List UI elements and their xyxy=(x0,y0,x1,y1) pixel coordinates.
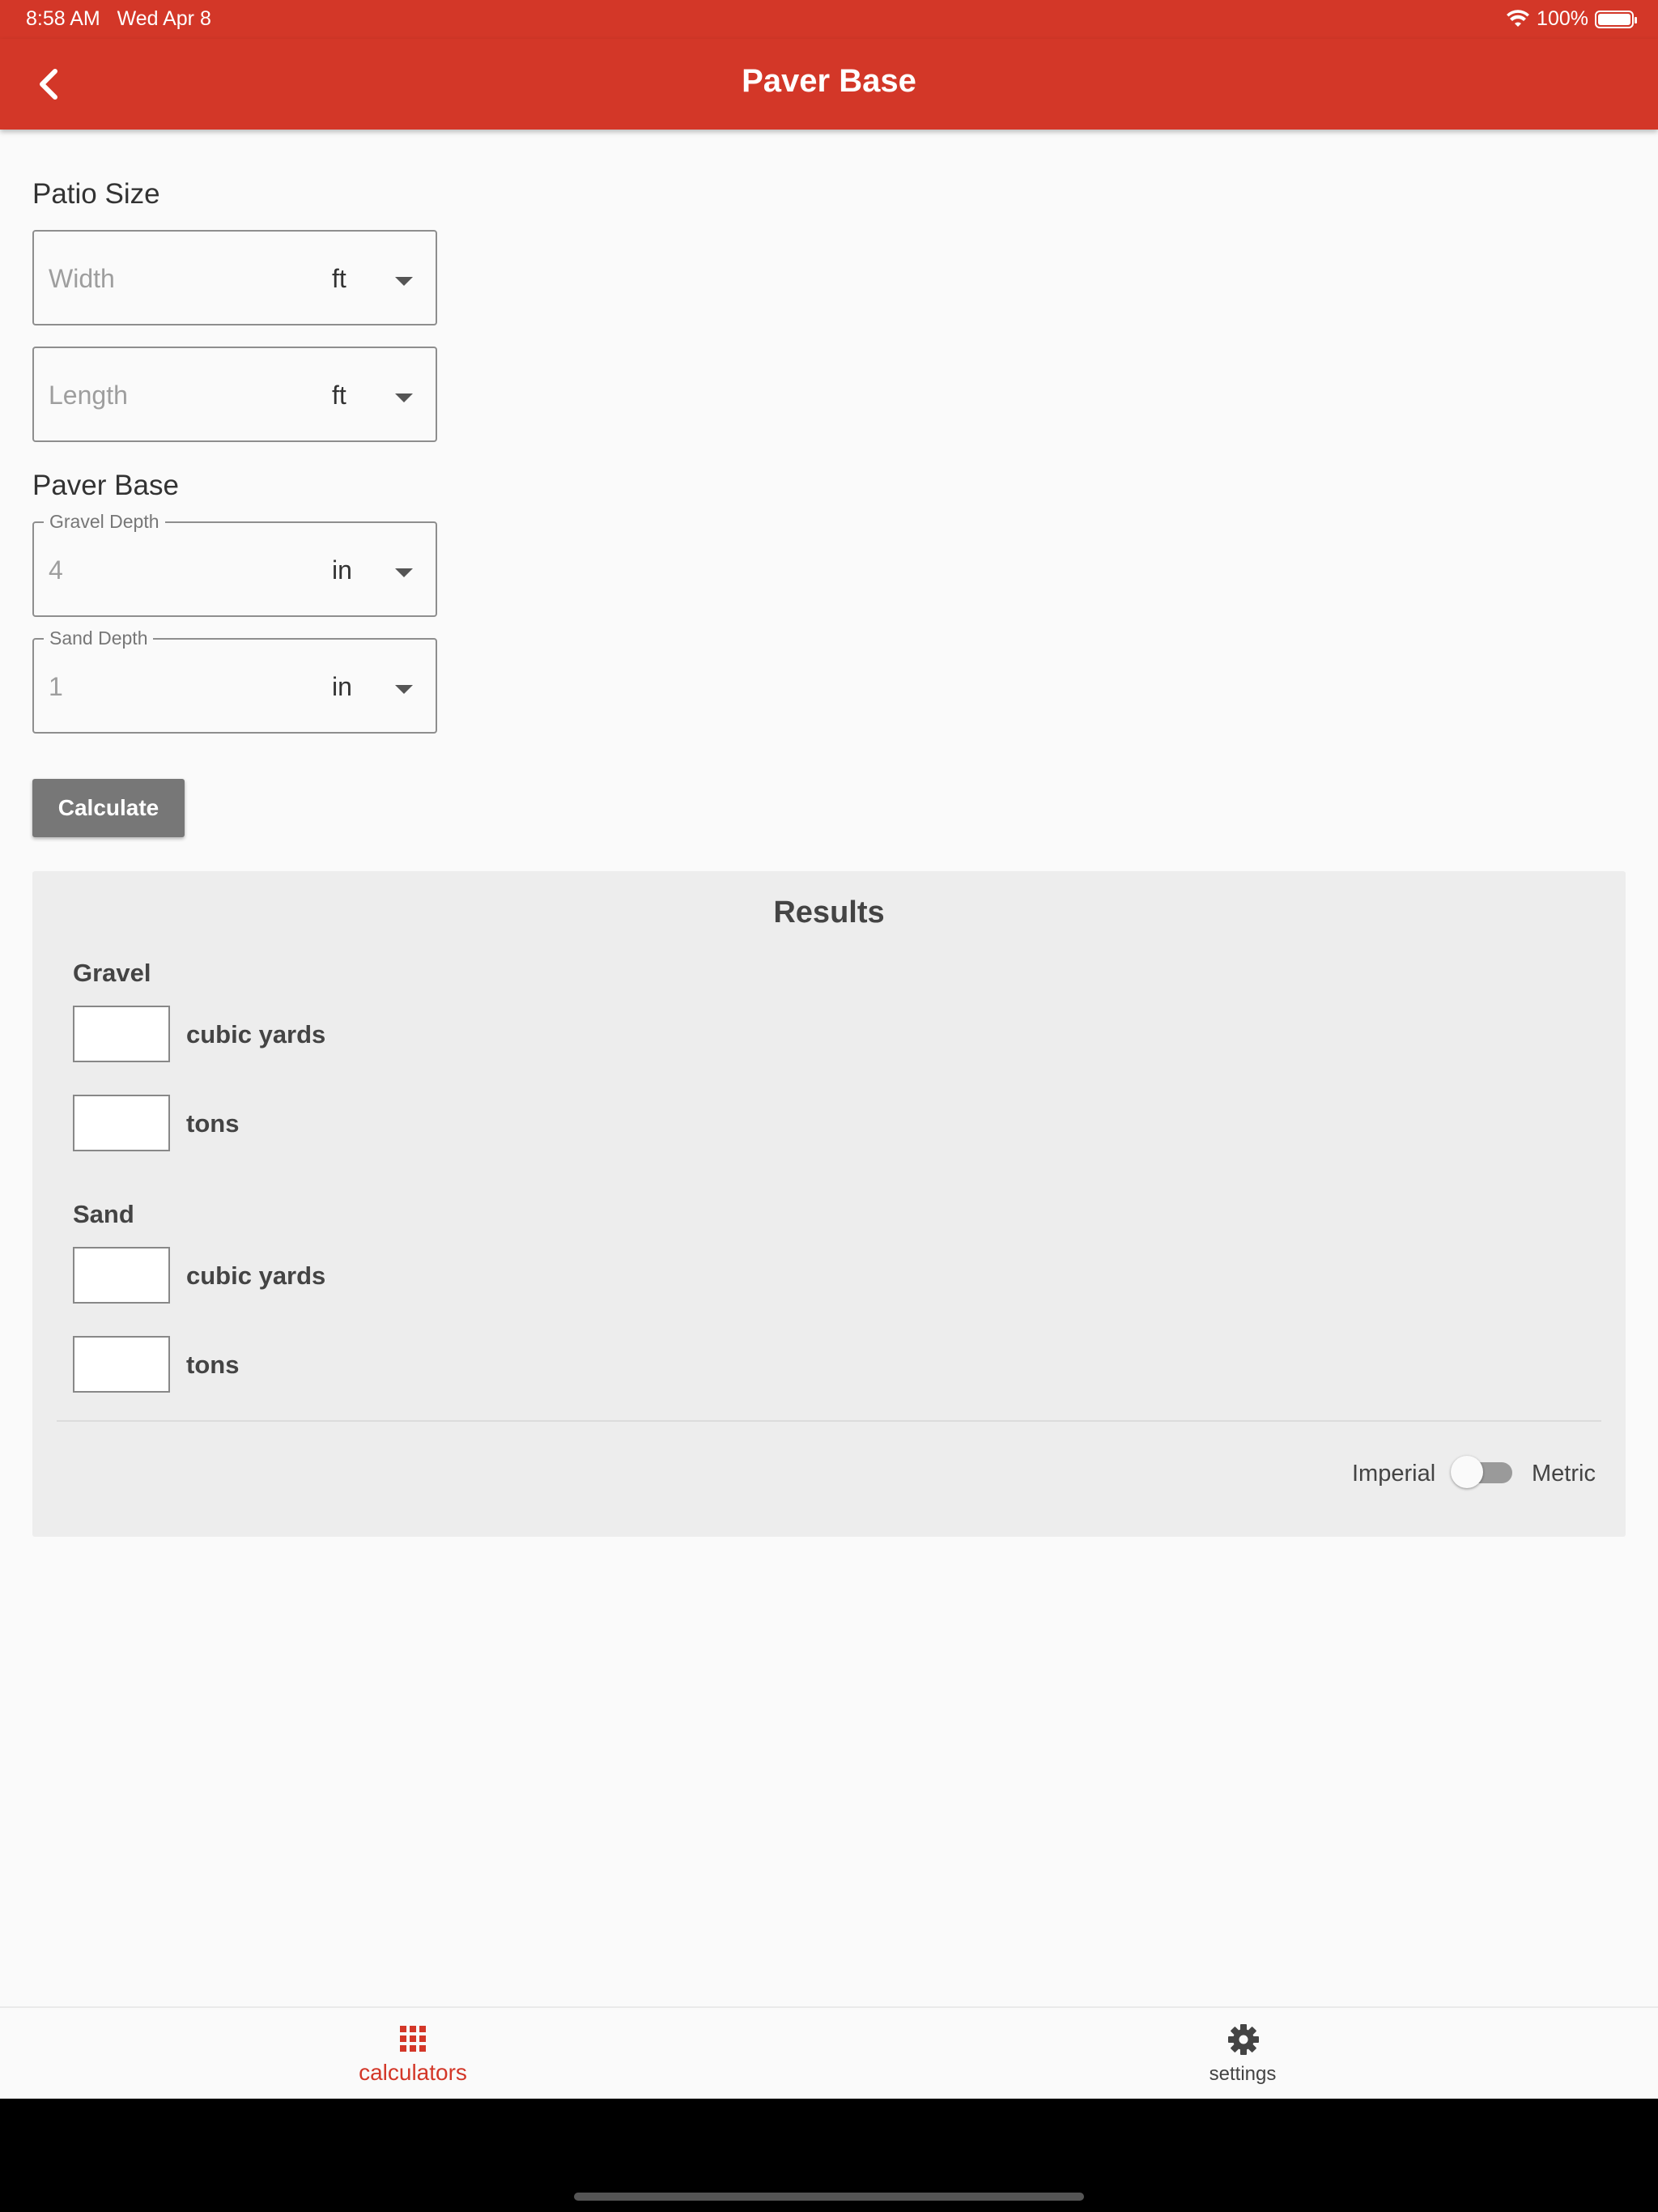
home-indicator[interactable] xyxy=(574,2193,1084,2201)
results-title: Results xyxy=(773,895,885,929)
chevron-down-icon[interactable] xyxy=(395,685,413,694)
page-title: Paver Base xyxy=(742,63,916,99)
calculate-button[interactable]: Calculate xyxy=(32,779,185,837)
gravel-label: Gravel xyxy=(73,959,151,987)
width-unit-select[interactable]: ft xyxy=(332,264,346,294)
nav-calculators-label: calculators xyxy=(359,2060,467,2085)
chevron-down-icon[interactable] xyxy=(395,393,413,402)
status-right: 100% xyxy=(1506,7,1637,31)
sand-depth-label: Sand Depth xyxy=(44,627,154,649)
wifi-icon xyxy=(1507,9,1530,27)
metric-label: Metric xyxy=(1532,1461,1596,1487)
sand-tons-label: tons xyxy=(186,1351,240,1379)
chevron-down-icon[interactable] xyxy=(395,277,413,286)
chevron-down-icon[interactable] xyxy=(395,568,413,577)
sand-depth-value: 1 xyxy=(49,672,63,701)
status-time: 8:58 AM Wed Apr 8 xyxy=(26,7,211,30)
gravel-depth-field[interactable]: Gravel Depth 4 in xyxy=(32,511,437,617)
units-toggle-switch[interactable] xyxy=(1451,1453,1516,1491)
width-placeholder: Width xyxy=(49,264,115,293)
gravel-tons-label: tons xyxy=(186,1109,240,1138)
paver-base-label: Paver Base xyxy=(32,470,179,501)
width-field[interactable]: Width ft xyxy=(32,230,437,325)
app-bar: Paver Base xyxy=(0,39,1658,130)
length-field[interactable]: Length ft xyxy=(32,347,437,442)
sand-label: Sand xyxy=(73,1200,134,1228)
nav-calculators[interactable]: calculators xyxy=(291,2008,534,2100)
gravel-tons-output xyxy=(73,1095,170,1151)
length-placeholder: Length xyxy=(49,381,128,410)
length-unit-select[interactable]: ft xyxy=(332,381,346,410)
gravel-depth-label: Gravel Depth xyxy=(44,511,165,533)
imperial-label: Imperial xyxy=(1352,1461,1436,1487)
patio-size-label: Patio Size xyxy=(32,178,160,210)
results-divider xyxy=(57,1420,1601,1422)
switch-thumb[interactable] xyxy=(1451,1456,1483,1488)
home-indicator-area xyxy=(0,2099,1658,2212)
sand-cubic-yards-label: cubic yards xyxy=(186,1261,326,1290)
gravel-depth-value: 4 xyxy=(49,555,63,585)
sand-tons-output xyxy=(73,1336,170,1393)
battery-percent: 100% xyxy=(1537,7,1588,30)
sand-depth-field[interactable]: Sand Depth 1 in xyxy=(32,627,437,734)
status-bar: 8:58 AM Wed Apr 8 100% xyxy=(0,0,1658,39)
gravel-cubic-yards-label: cubic yards xyxy=(186,1020,326,1049)
battery-icon xyxy=(1595,10,1637,28)
gravel-cubic-yards-output xyxy=(73,1006,170,1062)
sand-depth-unit-select[interactable]: in xyxy=(332,672,352,702)
results-panel: Results Gravel cubic yards tons Sand cub… xyxy=(32,871,1626,1537)
sand-cubic-yards-output xyxy=(73,1247,170,1304)
grid-icon xyxy=(400,2026,426,2052)
gravel-depth-unit-select[interactable]: in xyxy=(332,555,352,585)
nav-settings-label: settings xyxy=(1209,2063,1277,2085)
bottom-nav: calculators settings xyxy=(0,2006,1658,2099)
gear-icon xyxy=(1228,2024,1259,2055)
nav-settings[interactable]: settings xyxy=(1121,2008,1364,2100)
